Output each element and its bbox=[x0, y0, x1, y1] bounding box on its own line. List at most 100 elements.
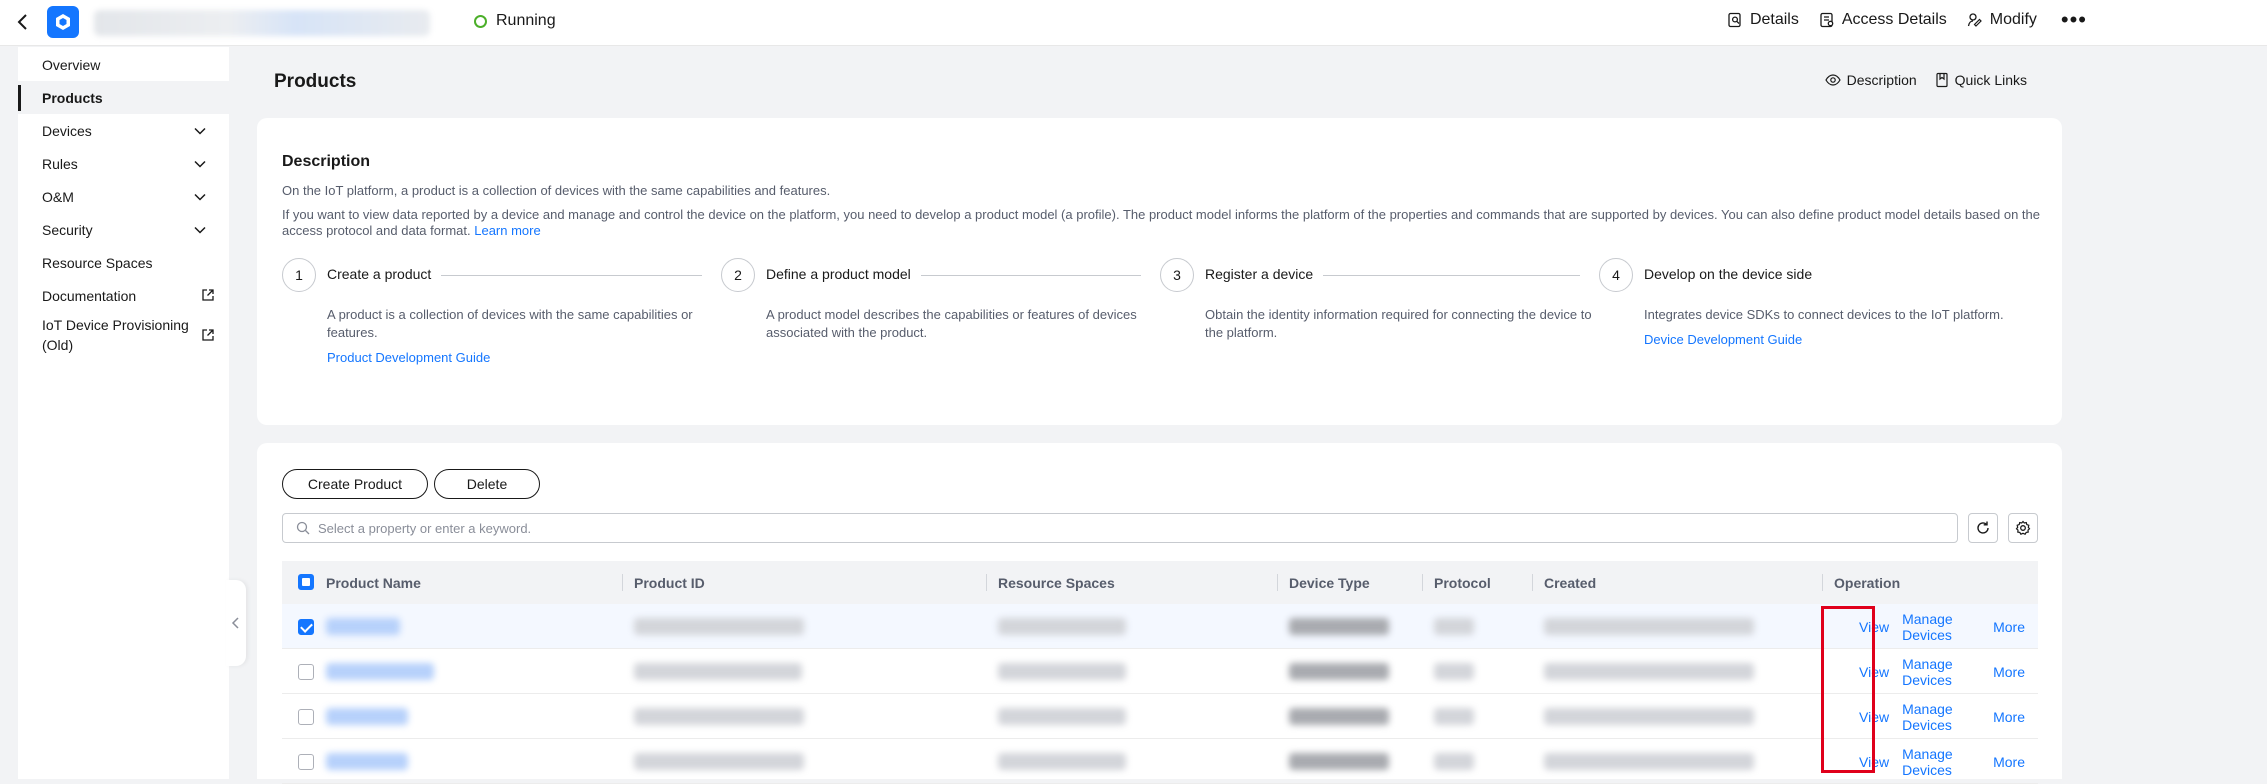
sidebar-item-documentation[interactable]: Documentation bbox=[18, 279, 229, 312]
gear-icon bbox=[2015, 520, 2031, 535]
sidebar-item-rules[interactable]: Rules bbox=[18, 147, 229, 180]
table-row[interactable]: View Manage Devices More bbox=[282, 739, 2038, 784]
step-title: Define a product model bbox=[766, 266, 921, 282]
top-bar: Running Details Access Details Modify ••… bbox=[0, 0, 2267, 46]
settings-button[interactable] bbox=[2008, 513, 2038, 543]
column-header-product-id[interactable]: Product ID bbox=[622, 561, 705, 604]
sidebar-item-security[interactable]: Security bbox=[18, 213, 229, 246]
step-title: Develop on the device side bbox=[1644, 266, 1823, 282]
table-row[interactable]: View Manage Devices More bbox=[282, 694, 2038, 739]
step-description: A product is a collection of devices wit… bbox=[327, 307, 693, 340]
step-number: 3 bbox=[1160, 258, 1194, 292]
manage-devices-link[interactable]: Manage Devices bbox=[1902, 611, 1980, 643]
product-development-guide-link[interactable]: Product Development Guide bbox=[327, 350, 490, 365]
modify-button[interactable]: Modify bbox=[1967, 11, 2037, 29]
resource-space-redacted bbox=[998, 663, 1126, 680]
row-operations: View Manage Devices More bbox=[1859, 604, 2038, 649]
bookmark-icon bbox=[1936, 72, 1948, 88]
description-link[interactable]: Description bbox=[1824, 72, 1917, 88]
more-link[interactable]: More bbox=[1993, 709, 2025, 725]
product-name-link-redacted[interactable] bbox=[326, 663, 434, 680]
sidebar-item-label: Devices bbox=[42, 122, 92, 139]
row-operations: View Manage Devices More bbox=[1859, 694, 2038, 739]
chevron-down-icon bbox=[194, 127, 206, 135]
sidebar-collapse-handle[interactable] bbox=[226, 580, 246, 666]
description-text-2-body: If you want to view data reported by a d… bbox=[282, 207, 2040, 238]
quick-links-link[interactable]: Quick Links bbox=[1935, 72, 2027, 88]
modify-icon bbox=[1967, 13, 1982, 27]
more-link[interactable]: More bbox=[1993, 754, 2025, 770]
device-development-guide-link[interactable]: Device Development Guide bbox=[1644, 332, 1802, 347]
description-text-1: On the IoT platform, a product is a coll… bbox=[282, 183, 831, 198]
running-status-icon bbox=[474, 14, 487, 28]
table-header: Product Name Product ID Resource Spaces … bbox=[282, 561, 2038, 604]
row-checkbox[interactable] bbox=[298, 664, 314, 680]
more-link[interactable]: More bbox=[1993, 619, 2025, 635]
more-dots-icon[interactable]: ••• bbox=[2061, 9, 2087, 31]
search-icon bbox=[296, 521, 310, 535]
column-header-resource-spaces[interactable]: Resource Spaces bbox=[986, 561, 1115, 604]
details-label: Details bbox=[1749, 11, 1799, 28]
create-product-button[interactable]: Create Product bbox=[282, 469, 428, 499]
sidebar-item-label: IoT Device Provisioning (Old) bbox=[42, 317, 189, 353]
search-input[interactable] bbox=[318, 520, 1957, 536]
back-arrow-icon[interactable] bbox=[14, 12, 32, 32]
row-checkbox[interactable] bbox=[298, 709, 314, 725]
sidebar: Overview Products Devices Rules O&M Secu… bbox=[18, 47, 229, 779]
modify-label: Modify bbox=[1989, 11, 2037, 28]
step-number: 2 bbox=[721, 258, 755, 292]
eye-icon bbox=[1824, 74, 1841, 86]
sidebar-item-products[interactable]: Products bbox=[18, 81, 229, 114]
sidebar-item-resource-spaces[interactable]: Resource Spaces bbox=[18, 246, 229, 279]
sidebar-item-overview[interactable]: Overview bbox=[18, 48, 229, 81]
table-row[interactable]: View Manage Devices More bbox=[282, 649, 2038, 694]
protocol-redacted bbox=[1434, 663, 1474, 680]
sidebar-item-label: O&M bbox=[42, 188, 74, 205]
sidebar-item-label: Rules bbox=[42, 155, 78, 172]
chevron-down-icon bbox=[194, 226, 206, 234]
sidebar-item-iot-device-provisioning[interactable]: IoT Device Provisioning (Old) bbox=[18, 312, 229, 358]
product-id-redacted bbox=[634, 753, 804, 770]
manage-devices-link[interactable]: Manage Devices bbox=[1902, 701, 1980, 733]
column-header-created[interactable]: Created bbox=[1531, 561, 1596, 604]
resource-space-redacted bbox=[998, 708, 1126, 725]
product-id-redacted bbox=[634, 618, 804, 635]
access-details-icon bbox=[1820, 12, 1834, 28]
chevron-down-icon bbox=[194, 160, 206, 168]
manage-devices-link[interactable]: Manage Devices bbox=[1902, 746, 1980, 778]
product-id-redacted bbox=[634, 708, 804, 725]
learn-more-link[interactable]: Learn more bbox=[474, 223, 540, 238]
device-type-redacted bbox=[1289, 663, 1389, 680]
chevron-down-icon bbox=[194, 193, 206, 201]
step-number: 4 bbox=[1599, 258, 1633, 292]
created-time-redacted bbox=[1544, 753, 1754, 770]
sidebar-item-devices[interactable]: Devices bbox=[18, 114, 229, 147]
protocol-redacted bbox=[1434, 618, 1474, 635]
access-details-button[interactable]: Access Details bbox=[1819, 11, 1947, 29]
resource-space-redacted bbox=[998, 618, 1126, 635]
product-name-link-redacted[interactable] bbox=[326, 708, 408, 725]
more-link[interactable]: More bbox=[1993, 664, 2025, 680]
sidebar-item-om[interactable]: O&M bbox=[18, 180, 229, 213]
product-name-link-redacted[interactable] bbox=[326, 618, 400, 635]
column-header-protocol[interactable]: Protocol bbox=[1422, 561, 1491, 604]
step-description: A product model describes the capabiliti… bbox=[766, 307, 1137, 340]
delete-button[interactable]: Delete bbox=[434, 469, 540, 499]
step-title: Register a device bbox=[1205, 266, 1324, 282]
header-links: Description Quick Links bbox=[1824, 72, 2027, 88]
created-time-redacted bbox=[1544, 708, 1754, 725]
product-name-link-redacted[interactable] bbox=[326, 753, 408, 770]
access-details-label: Access Details bbox=[1841, 11, 1947, 28]
column-header-product-name[interactable]: Product Name bbox=[326, 561, 421, 604]
details-button[interactable]: Details bbox=[1727, 11, 1799, 29]
select-all-checkbox[interactable] bbox=[298, 574, 314, 590]
refresh-button[interactable] bbox=[1968, 513, 1998, 543]
row-checkbox[interactable] bbox=[298, 619, 314, 635]
table-row[interactable]: View Manage Devices More bbox=[282, 604, 2038, 649]
step-number: 1 bbox=[282, 258, 316, 292]
row-checkbox[interactable] bbox=[298, 754, 314, 770]
sidebar-item-label: Security bbox=[42, 221, 93, 238]
iotda-logo-icon bbox=[47, 6, 79, 38]
manage-devices-link[interactable]: Manage Devices bbox=[1902, 656, 1980, 688]
column-header-device-type[interactable]: Device Type bbox=[1277, 561, 1370, 604]
